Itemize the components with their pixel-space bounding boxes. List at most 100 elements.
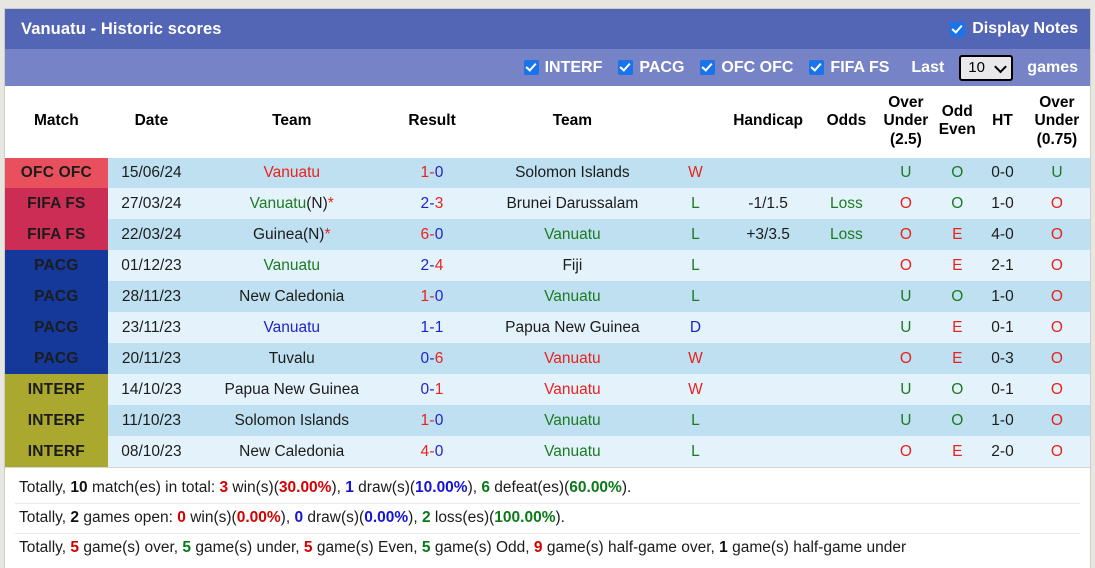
ou075-over: Over (1039, 94, 1075, 111)
filter-ofc-ofc[interactable]: OFC OFC (700, 59, 793, 77)
handicap-value (721, 374, 815, 406)
handicap-value (721, 405, 815, 437)
interf-checkbox[interactable] (523, 60, 539, 75)
ou25-under: Under (883, 112, 929, 130)
odd-even: O (933, 157, 982, 189)
match-result[interactable]: 2-4 (388, 250, 476, 282)
summary-segment: game(s) under, (191, 539, 304, 557)
match-result[interactable]: 1-0 (388, 405, 476, 437)
summary-segment: 0.00% (236, 509, 281, 527)
col-handicap[interactable]: Handicap (721, 86, 815, 158)
win-draw-loss: L (668, 188, 722, 220)
col-odds[interactable]: Odds (814, 86, 879, 158)
match-type-badge: PACG (5, 250, 108, 282)
games-count-select-wrap[interactable]: 6102030 (959, 54, 1014, 81)
col-over-under-25[interactable]: Over Under (2.5) (878, 86, 934, 158)
summary-segment: games open: (79, 509, 178, 527)
odds-value (814, 312, 879, 344)
over-under-075: O (1023, 405, 1090, 437)
win-draw-loss: L (668, 281, 722, 313)
table-row[interactable]: FIFA FS 22/03/24 Guinea(N)* 6-0 Vanuatu L +3/3… (5, 219, 1090, 251)
table-row[interactable]: INTERF 08/10/23 New Caledonia 4-0 Vanuatu L O E… (5, 436, 1090, 468)
summary-segment: Totally, (19, 509, 71, 527)
match-result[interactable]: 1-0 (388, 281, 476, 313)
over-under-25: U (878, 374, 934, 406)
table-row[interactable]: INTERF 11/10/23 Solomon Islands 1-0 Vanuatu L… (5, 405, 1090, 437)
display-notes-checkbox[interactable] (950, 21, 966, 37)
home-team[interactable]: Guinea(N)* (195, 219, 389, 251)
win-draw-loss: W (668, 343, 722, 375)
games-count-select[interactable]: 6102030 (959, 54, 1014, 81)
table-row[interactable]: PACG 20/11/23 Tuvalu 0-6 Vanuatu W O E 0-3 O (5, 343, 1090, 375)
match-date: 08/10/23 (107, 436, 196, 468)
match-type-badge: INTERF (5, 436, 108, 468)
home-team[interactable]: Solomon Islands (195, 405, 389, 437)
summary-segment: 5 (70, 539, 80, 557)
away-team[interactable]: Vanuatu (475, 343, 669, 375)
away-team[interactable]: Papua New Guinea (475, 312, 669, 344)
odd-even: E (933, 436, 982, 468)
match-result[interactable]: 0-6 (388, 343, 476, 375)
home-team[interactable]: Vanuatu (195, 312, 389, 344)
home-team[interactable]: Papua New Guinea (195, 374, 389, 406)
pacg-checkbox[interactable] (618, 60, 634, 75)
page-title: Vanuatu - Historic scores (21, 19, 222, 38)
match-result[interactable]: 1-0 (388, 157, 476, 189)
home-team[interactable]: New Caledonia (195, 281, 389, 313)
col-ht[interactable]: HT (981, 86, 1024, 158)
away-team[interactable]: Solomon Islands (475, 157, 669, 189)
win-draw-loss: L (668, 219, 722, 251)
match-type-badge: PACG (5, 312, 108, 344)
col-over-under-075[interactable]: Over Under (0.75) (1023, 86, 1090, 158)
half-time-score: 0-0 (981, 157, 1024, 189)
match-type-badge: INTERF (5, 374, 108, 406)
match-result[interactable]: 6-0 (388, 219, 476, 251)
odds-value (814, 374, 879, 406)
filter-pacg[interactable]: PACG (618, 59, 684, 77)
col-date[interactable]: Date (107, 86, 196, 158)
col-match[interactable]: Match (5, 86, 108, 158)
table-row[interactable]: PACG 23/11/23 Vanuatu 1-1 Papua New Guinea D U… (5, 312, 1090, 344)
match-result[interactable]: 2-3 (388, 188, 476, 220)
filter-interf[interactable]: INTERF (523, 59, 602, 77)
col-odd-even[interactable]: Odd Even (933, 86, 982, 158)
col-home-team[interactable]: Team (195, 86, 389, 158)
filter-fifa-fs[interactable]: FIFA FS (809, 59, 889, 77)
home-team[interactable]: Tuvalu (195, 343, 389, 375)
summary-segment: 60.00% (569, 479, 622, 497)
table-row[interactable]: INTERF 14/10/23 Papua New Guinea 0-1 Vanuatu… (5, 374, 1090, 406)
col-away-team[interactable]: Team (475, 86, 669, 158)
match-date: 14/10/23 (107, 374, 196, 406)
table-row[interactable]: PACG 01/12/23 Vanuatu 2-4 Fiji L O E 2-1 O (5, 250, 1090, 282)
match-result[interactable]: 4-0 (388, 436, 476, 468)
ou25-over: Over (888, 94, 924, 111)
home-team[interactable]: New Caledonia (195, 436, 389, 468)
table-body: OFC OFC 15/06/24 Vanuatu 1-0 Solomon Islands… (5, 157, 1090, 468)
away-team[interactable]: Fiji (475, 250, 669, 282)
table-row[interactable]: PACG 28/11/23 New Caledonia 1-0 Vanuatu L U O 1-… (5, 281, 1090, 313)
summary-segment: 1 (345, 479, 354, 497)
match-result[interactable]: 1-1 (388, 312, 476, 344)
away-team[interactable]: Vanuatu (475, 405, 669, 437)
home-team[interactable]: Vanuatu (195, 250, 389, 282)
table-row[interactable]: OFC OFC 15/06/24 Vanuatu 1-0 Solomon Islands… (5, 157, 1090, 189)
display-notes-control[interactable]: Display Notes (950, 20, 1078, 38)
over-under-075: O (1023, 343, 1090, 375)
away-team[interactable]: Vanuatu (475, 374, 669, 406)
oe-even: Even (938, 121, 976, 139)
col-result[interactable]: Result (388, 86, 476, 158)
away-team[interactable]: Vanuatu (475, 219, 669, 251)
home-team[interactable]: Vanuatu (195, 157, 389, 189)
over-under-25: U (878, 405, 934, 437)
over-under-075: O (1023, 312, 1090, 344)
away-team[interactable]: Vanuatu (475, 281, 669, 313)
ofc-ofc-checkbox[interactable] (700, 60, 716, 75)
summary-line-total: Totally, 10 match(es) in total: 3 win(s)… (15, 474, 1080, 503)
table-row[interactable]: FIFA FS 27/03/24 Vanuatu(N)* 2-3 Brunei Daru… (5, 188, 1090, 220)
away-team[interactable]: Brunei Darussalam (475, 188, 669, 220)
home-team[interactable]: Vanuatu(N)* (195, 188, 389, 220)
match-result[interactable]: 0-1 (388, 374, 476, 406)
fifa-fs-checkbox[interactable] (809, 60, 825, 75)
away-team[interactable]: Vanuatu (475, 436, 669, 468)
odds-value: Loss (814, 188, 879, 220)
